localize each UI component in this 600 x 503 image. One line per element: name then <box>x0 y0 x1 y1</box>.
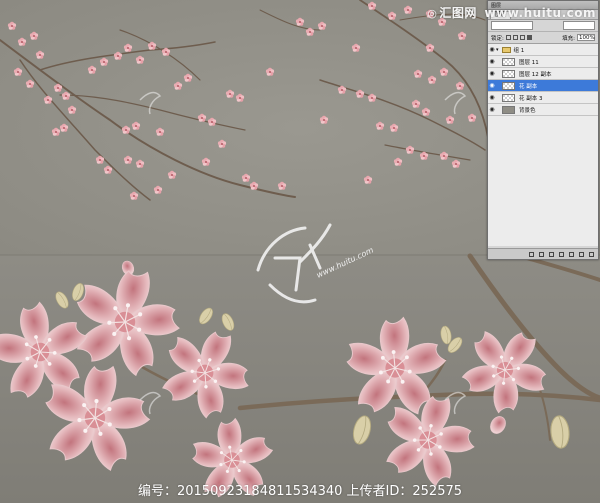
new-group-icon[interactable] <box>569 251 574 257</box>
blend-mode-row <box>488 20 598 32</box>
folder-icon <box>501 46 511 53</box>
visibility-eye-icon[interactable]: ◉ <box>488 106 496 113</box>
lock-transparent-icon[interactable] <box>505 35 511 40</box>
layer-thumbnail <box>502 105 515 114</box>
layer-row-selected[interactable]: ◉ 花 副本 <box>488 80 598 92</box>
layer-row-group[interactable]: ◉ ▾ 组 1 <box>488 44 598 56</box>
layer-thumbnail <box>502 93 515 102</box>
site-logo-icon: ◎ <box>427 7 438 20</box>
screenshot-canvas: www.huitu.com ◎ 汇图网 www.huitu.com 图层 图层 锁… <box>0 0 600 503</box>
visibility-eye-icon[interactable]: ◉ <box>488 58 496 65</box>
site-watermark: ◎ 汇图网 www.huitu.com <box>427 4 596 21</box>
layer-row[interactable]: ◉ 图层 12 副本 <box>488 68 598 80</box>
layer-list: ◉ ▾ 组 1 ◉ 图层 11 ◉ 图层 12 副本 ◉ 花 副本 ◉ 花 副本… <box>488 44 598 246</box>
layer-row[interactable]: ◉ 背景色 <box>488 104 598 116</box>
link-layers-icon[interactable] <box>529 251 534 257</box>
layer-name: 图层 12 副本 <box>519 71 552 78</box>
layer-thumbnail <box>502 81 515 90</box>
add-mask-icon[interactable] <box>549 251 554 257</box>
lock-pixels-icon[interactable] <box>512 35 518 40</box>
opacity-field[interactable] <box>563 21 595 30</box>
layers-panel-footer <box>488 248 598 259</box>
layer-thumbnail <box>502 57 515 66</box>
visibility-eye-icon[interactable]: ◉ <box>488 46 496 53</box>
adjustment-layer-icon[interactable] <box>559 251 564 257</box>
layers-panel: 图层 图层 锁定: 填充: 100% ◉ ▾ 组 1 ◉ 图层 11 ◉ 图层 … <box>487 0 599 260</box>
layer-thumbnail <box>502 69 515 78</box>
delete-layer-icon[interactable] <box>589 251 594 257</box>
layer-name: 组 1 <box>513 47 525 54</box>
site-watermark-name: 汇图网 <box>439 6 477 20</box>
blend-mode-select[interactable] <box>491 21 533 30</box>
fill-input[interactable]: 100% <box>577 34 595 41</box>
lock-fill-row: 锁定: 填充: 100% <box>488 32 598 44</box>
layer-name: 花 副本 3 <box>519 95 543 102</box>
fill-label: 填充: <box>562 35 575 42</box>
layer-name: 图层 11 <box>519 59 539 66</box>
disclosure-triangle-icon[interactable]: ▾ <box>496 47 499 53</box>
caption-text: 编号：20150923184811534340 上传者ID：252575 <box>137 483 463 499</box>
visibility-eye-icon[interactable]: ◉ <box>488 82 496 89</box>
layer-row[interactable]: ◉ 花 副本 3 <box>488 92 598 104</box>
lock-label: 锁定: <box>491 35 504 42</box>
visibility-eye-icon[interactable]: ◉ <box>488 70 496 77</box>
layer-row[interactable]: ◉ 图层 11 <box>488 56 598 68</box>
new-layer-icon[interactable] <box>579 251 584 257</box>
lock-position-icon[interactable] <box>519 35 525 40</box>
layer-name: 花 副本 <box>519 83 538 90</box>
lock-controls: 锁定: <box>491 34 532 42</box>
layer-style-icon[interactable] <box>539 251 544 257</box>
site-watermark-domain: www.huitu.com <box>484 6 596 20</box>
visibility-eye-icon[interactable]: ◉ <box>488 94 496 101</box>
layer-name: 背景色 <box>519 107 536 114</box>
lock-all-icon[interactable] <box>526 35 532 40</box>
fill-control: 填充: 100% <box>562 34 595 42</box>
caption-bar: 编号：20150923184811534340 上传者ID：252575 <box>0 475 600 503</box>
